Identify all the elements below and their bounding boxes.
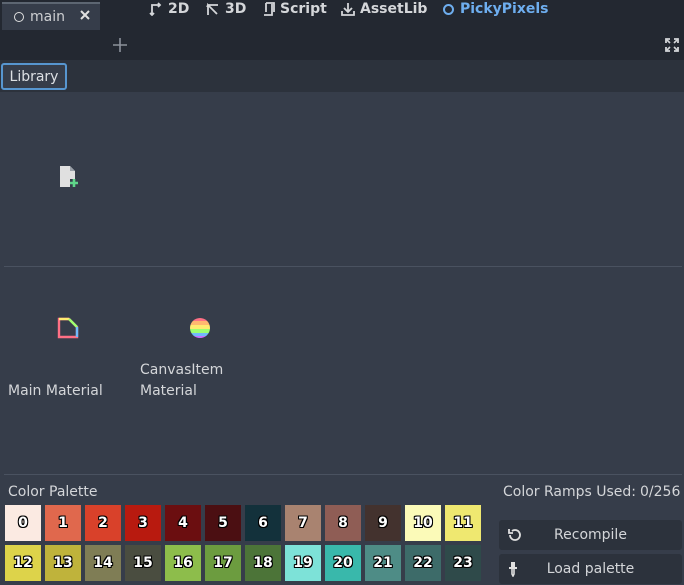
palette-swatch-9[interactable]: 9 <box>365 505 401 541</box>
library-button[interactable]: Library <box>1 63 67 90</box>
swatch-number: 20 <box>333 555 353 571</box>
load-palette-label: Load palette <box>546 561 635 577</box>
workspace-script-label: Script <box>280 1 327 17</box>
palette-swatch-0[interactable]: 0 <box>5 505 41 541</box>
swatch-number: 4 <box>178 515 188 531</box>
workspace-2d-button[interactable]: 2D <box>149 0 189 18</box>
swatch-number: 5 <box>218 515 228 531</box>
palette-swatch-12[interactable]: 12 <box>5 545 41 581</box>
material-label-canvasitem: CanvasItem Material <box>140 360 223 402</box>
palette-swatch-13[interactable]: 13 <box>45 545 81 581</box>
workspace-3d-label: 3D <box>225 1 247 17</box>
recompile-label: Recompile <box>554 527 627 543</box>
palette-swatch-19[interactable]: 19 <box>285 545 321 581</box>
load-palette-button[interactable]: Load palette <box>499 554 682 584</box>
palette-swatch-3[interactable]: 3 <box>125 505 161 541</box>
palette-swatch-23[interactable]: 23 <box>445 545 481 581</box>
color-ramps-count: 0/256 <box>640 484 681 500</box>
3d-icon <box>206 2 218 15</box>
scene-tab-main[interactable]: main <box>2 2 100 30</box>
swatch-number: 21 <box>373 555 393 571</box>
swatch-number: 8 <box>338 515 348 531</box>
swatch-number: 15 <box>133 555 153 571</box>
workspace-2d-label: 2D <box>168 1 190 17</box>
recompile-button[interactable]: Recompile <box>499 520 682 550</box>
new-file-icon[interactable] <box>58 165 80 189</box>
palette-swatch-21[interactable]: 21 <box>365 545 401 581</box>
rainbow-sphere-icon[interactable] <box>189 317 211 339</box>
material-label-line2: Material <box>140 383 197 399</box>
swatch-number: 22 <box>413 555 433 571</box>
palette-swatch-10[interactable]: 10 <box>405 505 441 541</box>
swatch-number: 2 <box>98 515 108 531</box>
palette-swatch-7[interactable]: 7 <box>285 505 321 541</box>
swatch-number: 3 <box>138 515 148 531</box>
node-icon <box>14 12 24 22</box>
material-label-line1: CanvasItem <box>140 362 224 378</box>
workspace-pickypixels-label: PickyPixels <box>460 1 549 17</box>
color-ramps-label: Color Ramps Used: <box>503 484 637 500</box>
material-icon[interactable] <box>57 317 79 339</box>
workspace-assetlib-button[interactable]: AssetLib <box>341 0 427 18</box>
color-ramps-used: Color Ramps Used: 0/256 <box>503 484 680 500</box>
palette-swatch-15[interactable]: 15 <box>125 545 161 581</box>
editor-toolbar <box>0 60 684 92</box>
palette-swatch-2[interactable]: 2 <box>85 505 121 541</box>
swatch-number: 1 <box>58 515 68 531</box>
swatch-number: 13 <box>53 555 73 571</box>
swatch-number: 14 <box>93 555 113 571</box>
swatch-number: 7 <box>298 515 308 531</box>
palette-swatch-18[interactable]: 18 <box>245 545 281 581</box>
palette-swatch-17[interactable]: 17 <box>205 545 241 581</box>
material-label-line1: Main Material <box>8 383 103 399</box>
close-icon[interactable] <box>78 8 92 22</box>
expand-icon[interactable] <box>665 38 679 52</box>
circle-icon <box>443 3 454 15</box>
material-label-main: Main Material <box>8 381 103 402</box>
script-icon <box>264 2 275 16</box>
2d-icon <box>149 2 162 16</box>
swatch-number: 0 <box>18 515 28 531</box>
palette-swatch-5[interactable]: 5 <box>205 505 241 541</box>
scene-tabs-bar <box>0 30 684 60</box>
workspace-pickypixels-button[interactable]: PickyPixels <box>442 0 549 18</box>
palette-swatch-1[interactable]: 1 <box>45 505 81 541</box>
swatch-number: 17 <box>213 555 233 571</box>
swatch-number: 19 <box>293 555 313 571</box>
add-tab-icon[interactable] <box>112 37 128 53</box>
swatch-number: 23 <box>453 555 473 571</box>
palette-divider <box>4 474 682 475</box>
swatch-number: 12 <box>13 555 33 571</box>
color-palette-label: Color Palette <box>8 484 98 500</box>
workspace-assetlib-label: AssetLib <box>360 1 428 17</box>
section-divider <box>4 266 682 267</box>
swatch-number: 11 <box>453 515 473 531</box>
swatch-number: 18 <box>253 555 273 571</box>
swatch-number: 16 <box>173 555 193 571</box>
swatch-number: 9 <box>378 515 388 531</box>
palette-swatch-22[interactable]: 22 <box>405 545 441 581</box>
workspace-3d-button[interactable]: 3D <box>206 0 246 18</box>
palette-swatch-14[interactable]: 14 <box>85 545 121 581</box>
palette-swatch-16[interactable]: 16 <box>165 545 201 581</box>
swatch-number: 10 <box>413 515 433 531</box>
download-icon <box>341 3 355 16</box>
palette-swatch-20[interactable]: 20 <box>325 545 361 581</box>
palette-swatch-11[interactable]: 11 <box>445 505 481 541</box>
scene-tab-label: main <box>30 9 65 25</box>
swatch-number: 6 <box>258 515 268 531</box>
palette-swatch-6[interactable]: 6 <box>245 505 281 541</box>
palette-swatch-8[interactable]: 8 <box>325 505 361 541</box>
workspace-script-button[interactable]: Script <box>263 0 327 18</box>
palette-swatch-4[interactable]: 4 <box>165 505 201 541</box>
